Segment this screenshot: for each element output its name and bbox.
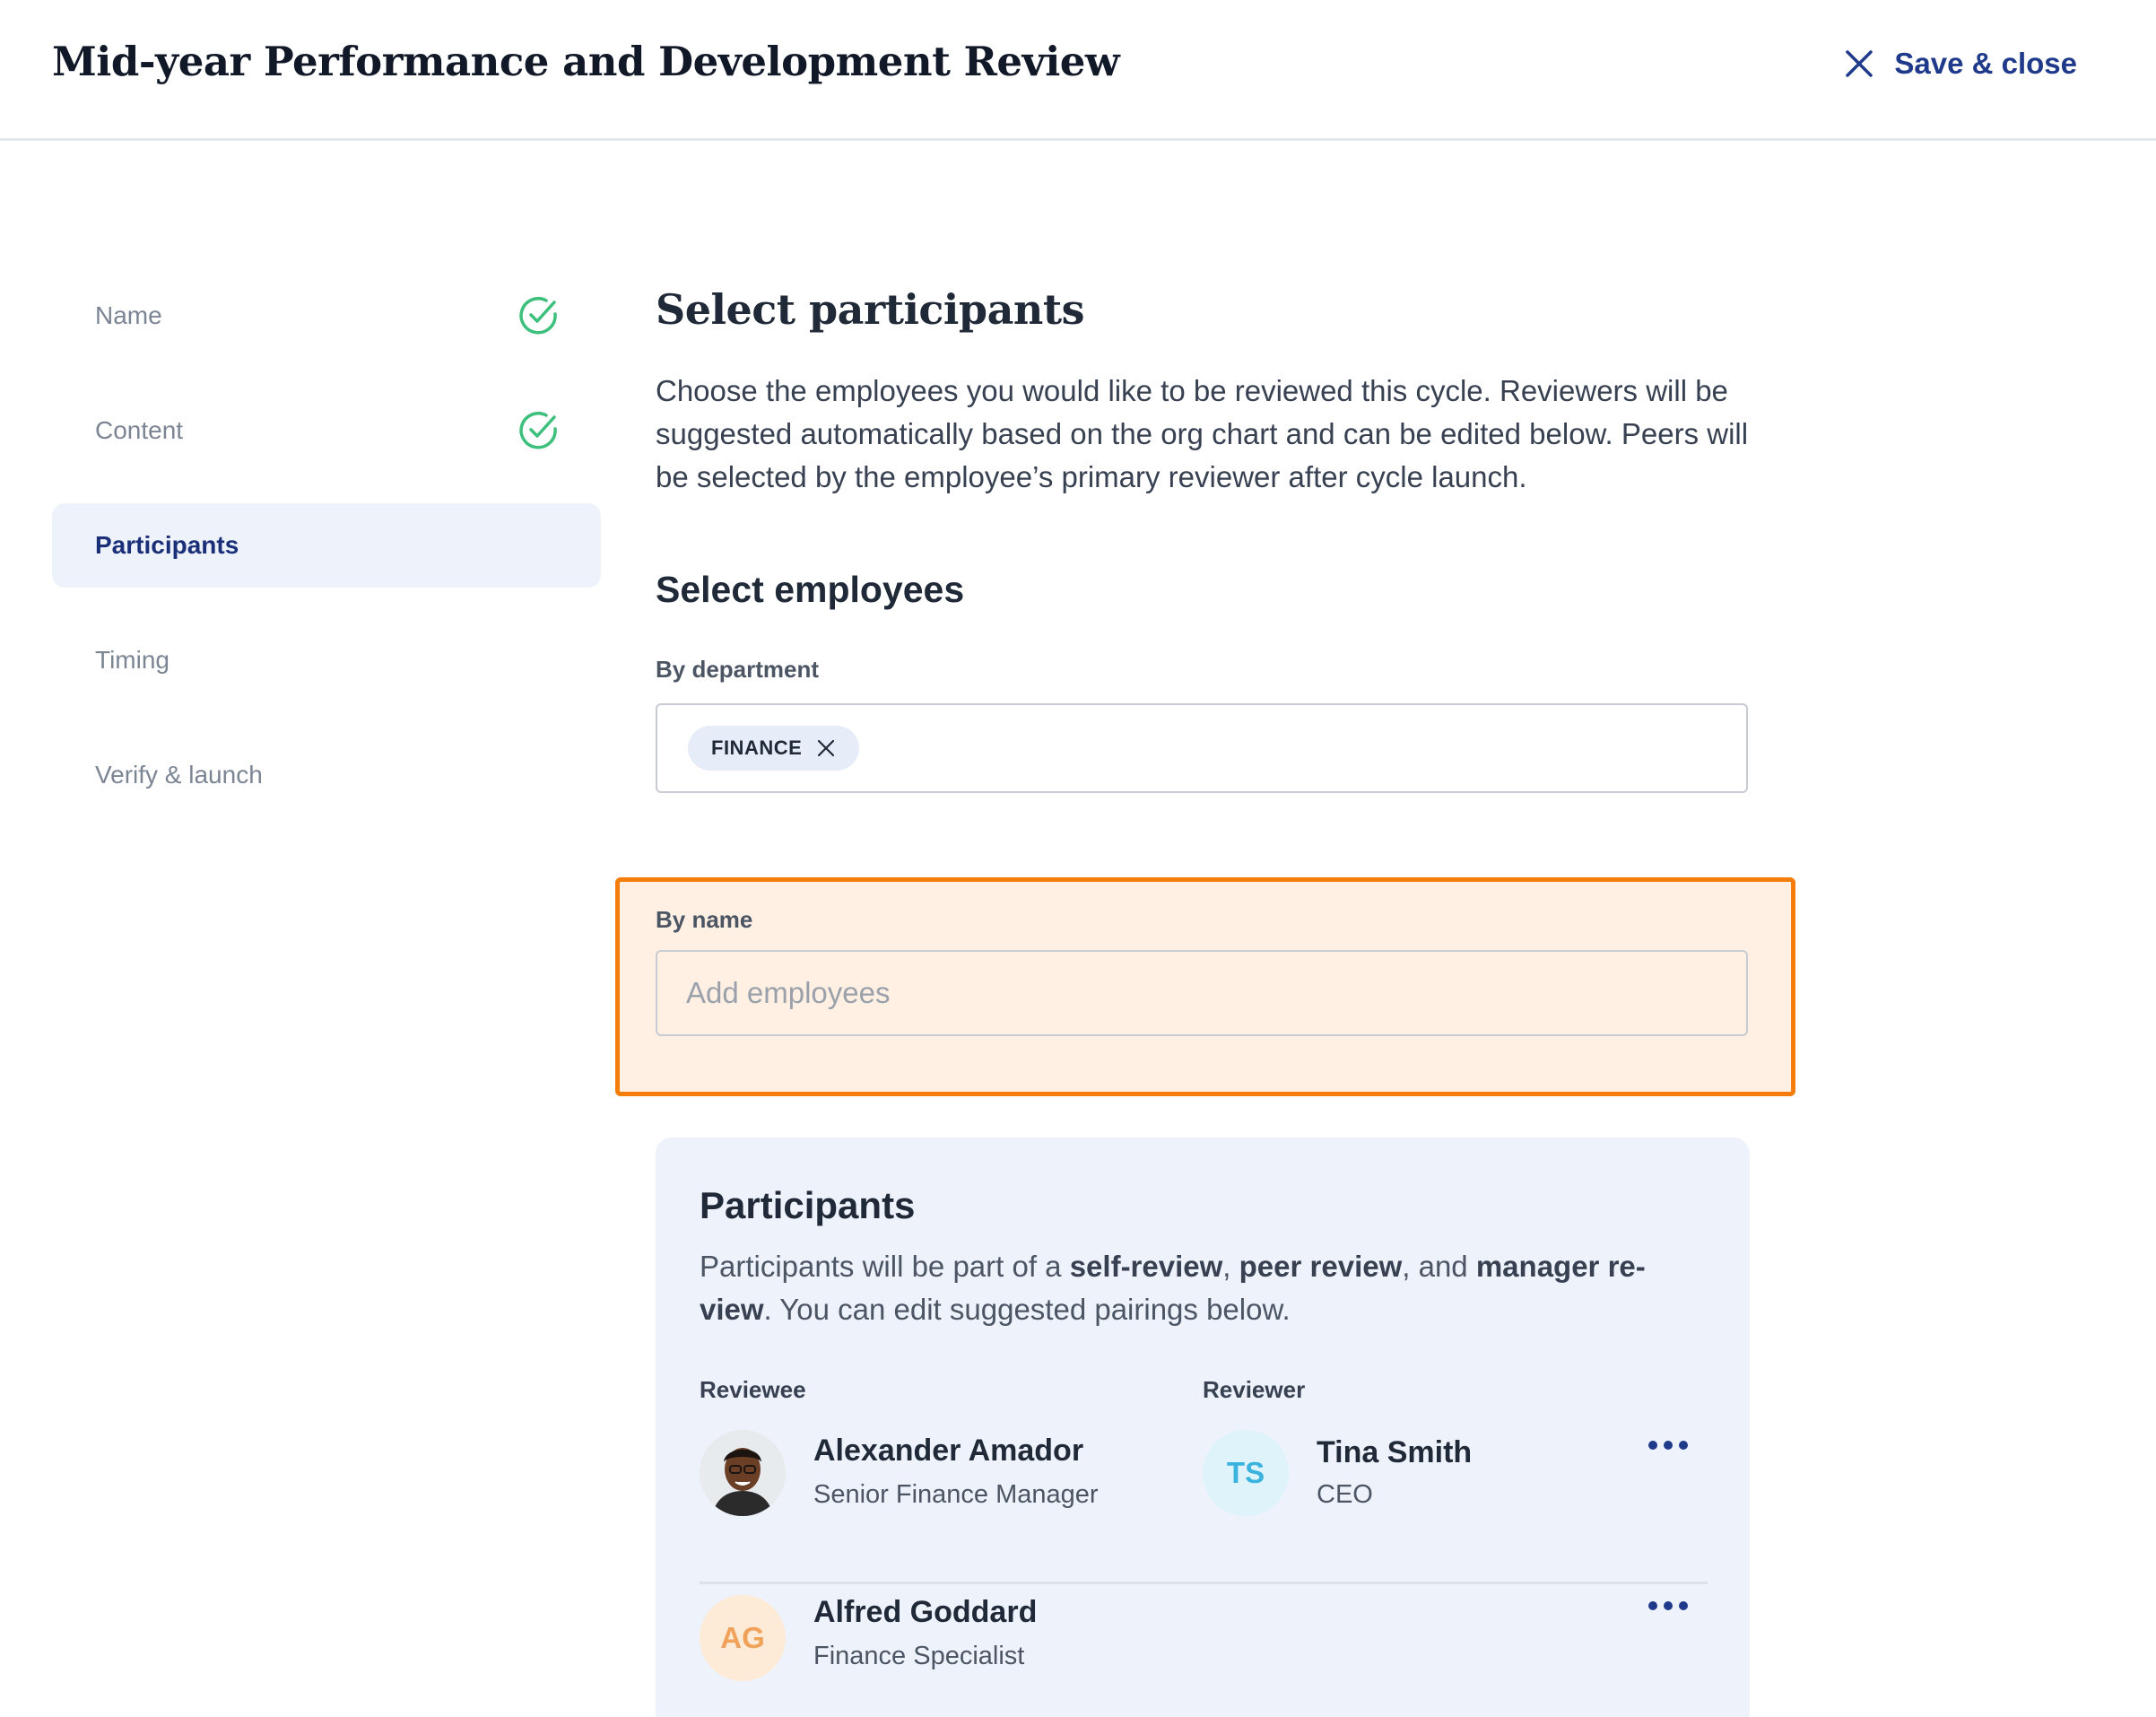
chip-label: FINANCE — [711, 736, 803, 759]
wizard-steps: Name Content Participants Timing Verify … — [52, 274, 601, 848]
participants-title: Participants — [700, 1184, 916, 1226]
avatar — [700, 1430, 786, 1516]
remove-chip-icon[interactable] — [816, 738, 836, 758]
close-icon — [1846, 50, 1873, 77]
save-close-button[interactable]: Save & close — [1844, 47, 2077, 81]
reviewer-avatar: TS — [1203, 1430, 1289, 1516]
participant-row: AG Alfred Goddard Finance Specialist — [700, 1586, 1708, 1717]
section-title: Select participants — [656, 285, 1084, 334]
more-options-icon[interactable] — [1648, 1439, 1688, 1451]
by-name-label: By name — [656, 906, 753, 933]
step-timing[interactable]: Timing — [52, 618, 601, 702]
reviewee-name: Alfred Goddard — [813, 1595, 1038, 1629]
page-title: Mid-year Performance and Development Rev… — [52, 38, 1120, 85]
participants-description: Participants will be part of a self-revi… — [700, 1250, 1646, 1326]
more-options-icon[interactable] — [1648, 1599, 1688, 1612]
step-label: Content — [95, 416, 184, 444]
step-label: Timing — [95, 646, 170, 674]
reviewee-name: Alexander Amador — [813, 1434, 1084, 1468]
reviewee-role: Finance Specialist — [813, 1642, 1025, 1670]
add-employees-input[interactable] — [656, 950, 1748, 1036]
reviewee-role: Senior Finance Manager — [813, 1480, 1099, 1509]
reviewer-name: Tina Smith — [1317, 1435, 1473, 1469]
select-employees-title: Select employees — [656, 569, 965, 610]
person-photo-icon — [700, 1430, 786, 1516]
reviewee-column-header: Reviewee — [700, 1376, 806, 1403]
top-bar: Mid-year Performance and Development Rev… — [0, 0, 2156, 141]
step-label: Verify & launch — [95, 761, 263, 789]
step-label: Name — [95, 301, 162, 329]
step-verify-launch[interactable]: Verify & launch — [52, 733, 601, 817]
participants-panel: Participants Participants will be part o… — [656, 1137, 1750, 1717]
reviewer-column-header: Reviewer — [1203, 1376, 1306, 1403]
save-close-label: Save & close — [1894, 47, 2077, 80]
main-content: Select participants Choose the employees… — [656, 285, 1750, 793]
check-circle-icon — [519, 297, 557, 335]
step-content[interactable]: Content — [52, 388, 601, 473]
intro-text: Choose the employees you would like to b… — [656, 374, 1749, 493]
by-department-label: By department — [656, 656, 820, 683]
reviewer-role: CEO — [1317, 1480, 1373, 1509]
step-participants[interactable]: Participants — [52, 503, 601, 588]
step-name[interactable]: Name — [52, 274, 601, 358]
department-field[interactable]: FINANCE — [656, 703, 1748, 793]
step-label: Participants — [95, 531, 239, 559]
check-circle-icon — [519, 412, 557, 449]
participant-row: Alexander Amador Senior Finance Manager … — [700, 1425, 1708, 1584]
reviewee-avatar: AG — [700, 1595, 786, 1681]
department-chip: FINANCE — [688, 726, 860, 771]
